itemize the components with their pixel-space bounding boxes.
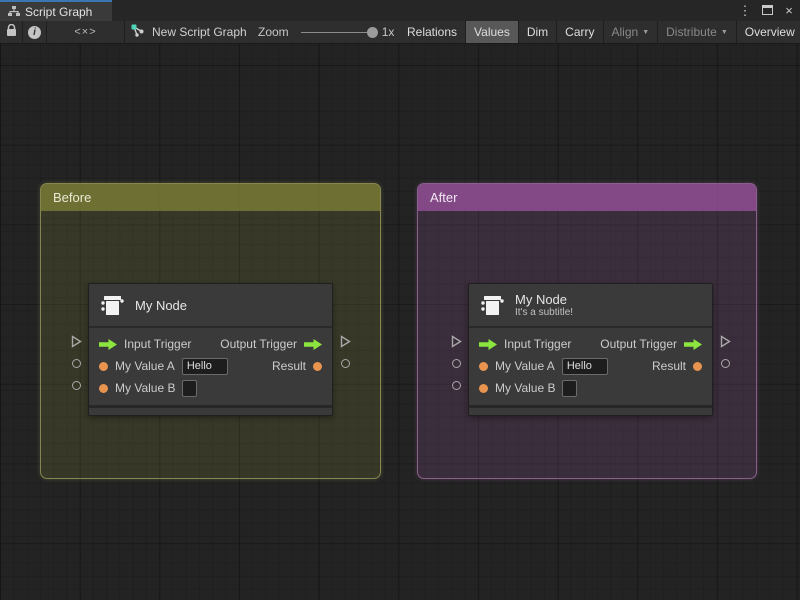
value-b-input[interactable]	[562, 379, 578, 397]
tab-bar: Script Graph ⋮ ×	[0, 0, 800, 21]
group-after-header[interactable]: After	[418, 184, 756, 211]
kebab-menu-icon[interactable]: ⋮	[738, 0, 752, 21]
node-footer	[469, 405, 712, 415]
external-trigger-port-icon[interactable]	[339, 334, 351, 348]
unit-node-icon	[99, 292, 126, 319]
result-port[interactable]: Result	[652, 359, 702, 373]
overview-button[interactable]: Overview	[737, 21, 800, 43]
value-b-port[interactable]: My Value B	[479, 379, 578, 397]
external-trigger-port-icon[interactable]	[450, 334, 462, 348]
dim-button[interactable]: Dim	[519, 21, 558, 43]
node-before-body: Input Trigger Output Trigger My Value A …	[89, 328, 332, 405]
value-b-input[interactable]	[182, 379, 198, 397]
trigger-arrow-icon	[479, 338, 497, 350]
value-port-icon	[479, 383, 488, 393]
chevron-down-icon: ▼	[642, 28, 650, 36]
trigger-arrow-icon	[304, 338, 322, 350]
distribute-dropdown[interactable]: Distribute ▼	[658, 21, 737, 43]
value-a-port[interactable]: My Value A	[99, 357, 228, 375]
maximize-icon[interactable]	[760, 0, 774, 21]
value-port-icon	[99, 361, 108, 371]
carry-button[interactable]: Carry	[557, 21, 604, 43]
value-port-icon	[693, 361, 702, 371]
result-port[interactable]: Result	[272, 359, 322, 373]
trigger-arrow-icon	[684, 338, 702, 350]
external-value-port-icon[interactable]	[70, 357, 82, 369]
port-row-value-a: My Value A Result	[469, 355, 712, 377]
output-trigger-port[interactable]: Output Trigger	[600, 337, 702, 351]
zoom-slider[interactable]	[300, 26, 378, 38]
external-value-port-icon[interactable]	[450, 357, 462, 369]
value-a-port[interactable]: My Value A	[479, 357, 608, 375]
code-brackets-icon: <×>	[74, 26, 97, 38]
tab-script-graph[interactable]: Script Graph	[0, 0, 112, 21]
graph-toolbar: i <×> New Script Graph Zoom 1x Relations…	[0, 21, 800, 44]
chevron-down-icon: ▼	[720, 28, 728, 36]
group-before-header[interactable]: Before	[41, 184, 380, 211]
output-trigger-port[interactable]: Output Trigger	[220, 337, 322, 351]
graph-canvas[interactable]: Before After My Node Input Trigger Outpu…	[0, 44, 800, 600]
node-before[interactable]: My Node Input Trigger Output Trigger My …	[71, 283, 351, 416]
view-buttons: Relations Values Dim Carry Align ▼ Distri…	[399, 21, 800, 43]
node-after[interactable]: My Node It's a subtitle! Input Trigger O…	[451, 283, 731, 416]
port-row-trigger: Input Trigger Output Trigger	[469, 333, 712, 355]
lock-icon	[6, 23, 17, 40]
external-value-port-icon[interactable]	[339, 357, 351, 369]
group-after-label: After	[430, 190, 458, 205]
lock-button[interactable]	[0, 21, 22, 43]
external-value-port-icon[interactable]	[450, 379, 462, 391]
code-view-button[interactable]: <×>	[47, 21, 124, 43]
group-before-label: Before	[53, 190, 92, 205]
zoom-value: 1x	[381, 25, 395, 39]
script-graph-window: Script Graph ⋮ × i <×> New Script Graph	[0, 0, 800, 600]
node-subtitle: It's a subtitle!	[515, 306, 574, 318]
unit-node-icon	[479, 292, 506, 319]
value-b-port[interactable]: My Value B	[99, 379, 198, 397]
value-a-input[interactable]	[561, 357, 608, 375]
value-port-icon	[99, 383, 108, 393]
node-after-header[interactable]: My Node It's a subtitle!	[469, 284, 712, 328]
zoom-slider-thumb[interactable]	[366, 26, 378, 38]
node-title: My Node	[135, 297, 188, 313]
graph-title-area: New Script Graph	[131, 21, 247, 43]
align-dropdown[interactable]: Align ▼	[604, 21, 659, 43]
graph-name-label: New Script Graph	[152, 25, 247, 39]
node-title: My Node	[515, 291, 568, 307]
zoom-control: Zoom 1x	[258, 21, 394, 43]
node-footer	[89, 405, 332, 415]
values-button[interactable]: Values	[466, 21, 519, 43]
external-value-port-icon[interactable]	[719, 357, 731, 369]
zoom-label: Zoom	[258, 25, 289, 39]
trigger-arrow-icon	[99, 338, 117, 350]
port-row-value-b: My Value B	[469, 377, 712, 399]
input-trigger-port[interactable]: Input Trigger	[479, 337, 571, 351]
close-icon[interactable]: ×	[782, 0, 796, 21]
port-row-value-b: My Value B	[89, 377, 332, 399]
info-button[interactable]: i	[23, 21, 46, 43]
value-a-input[interactable]	[181, 357, 228, 375]
value-port-icon	[479, 361, 488, 371]
node-before-header[interactable]: My Node	[89, 284, 332, 328]
external-trigger-port-icon[interactable]	[719, 334, 731, 348]
input-trigger-port[interactable]: Input Trigger	[99, 337, 191, 351]
tab-title: Script Graph	[25, 4, 93, 19]
graph-asset-icon	[131, 24, 145, 40]
value-port-icon	[313, 361, 322, 371]
info-icon: i	[28, 25, 41, 39]
external-trigger-port-icon[interactable]	[70, 334, 82, 348]
external-value-port-icon[interactable]	[70, 379, 82, 391]
node-after-body: Input Trigger Output Trigger My Value A …	[469, 328, 712, 405]
relations-button[interactable]: Relations	[399, 21, 467, 43]
port-row-trigger: Input Trigger Output Trigger	[89, 333, 332, 355]
port-row-value-a: My Value A Result	[89, 355, 332, 377]
graph-hierarchy-icon	[8, 6, 20, 17]
window-controls: ⋮ ×	[738, 0, 796, 21]
